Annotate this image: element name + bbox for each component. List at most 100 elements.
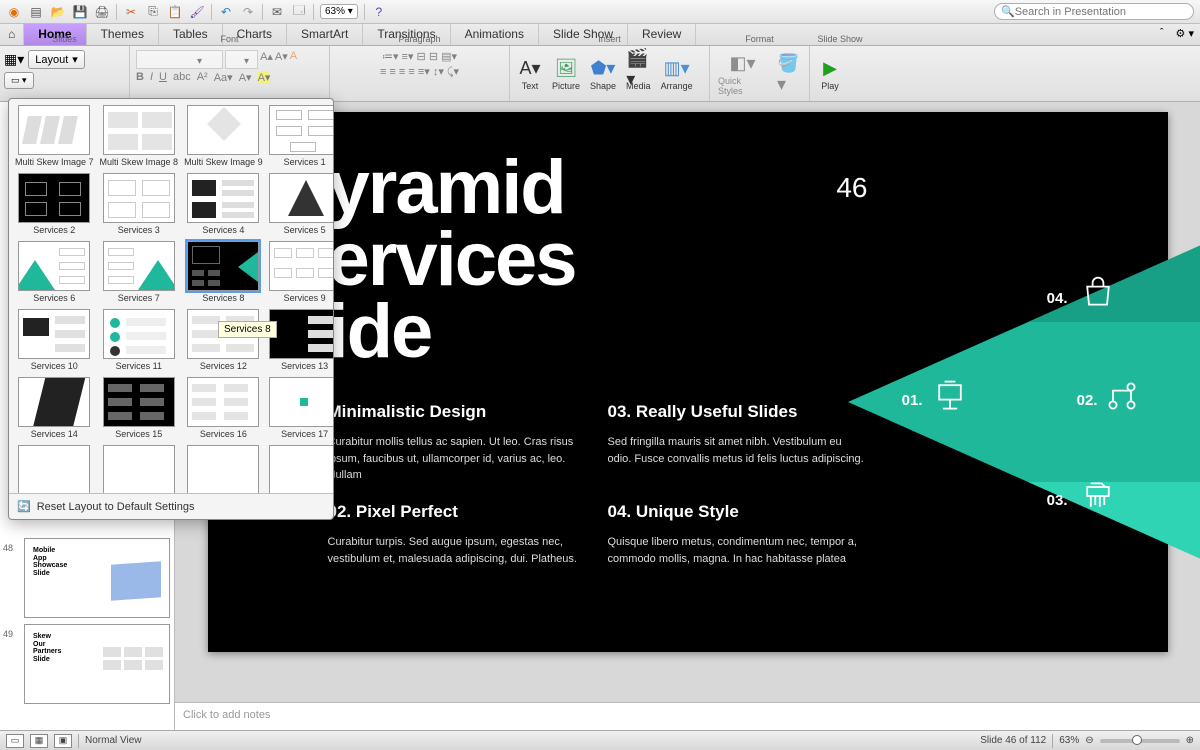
layout-item-label: Multi Skew Image 7: [15, 157, 94, 167]
normal-view-icon[interactable]: ▭: [6, 734, 24, 748]
play-icon: ▶: [818, 57, 842, 81]
layout-item-label: Services 2: [15, 225, 94, 235]
layout-item[interactable]: [13, 443, 96, 493]
shape-button[interactable]: ⬟▾Shape: [586, 55, 620, 93]
layout-item[interactable]: [98, 443, 181, 493]
slide[interactable]: 46 yramid ervices ide Minimalistic Desig…: [208, 112, 1168, 652]
notes-pane[interactable]: Click to add notes: [175, 702, 1200, 730]
layout-item[interactable]: Services 1: [267, 103, 333, 169]
layout-item[interactable]: Multi Skew Image 7: [13, 103, 96, 169]
layout-item-label: Services 16: [184, 429, 263, 439]
search-box[interactable]: 🔍: [994, 3, 1194, 20]
service-1: Minimalistic DesignCurabitur mollis tell…: [328, 402, 588, 484]
group-slides-title: Slides: [0, 34, 129, 44]
zoom-pct: 63%: [1059, 735, 1079, 746]
layout-item-label: Services 11: [100, 361, 179, 371]
layout-item[interactable]: Multi Skew Image 8: [98, 103, 181, 169]
layout-item[interactable]: Services 12: [182, 307, 265, 373]
zoom-dropdown[interactable]: 63% ▾: [320, 4, 358, 19]
group-paragraph-title: Paragraph: [330, 34, 509, 44]
app-icon: ◉: [6, 4, 22, 20]
fill-button[interactable]: 🪣▾: [773, 60, 805, 88]
layout-item[interactable]: Services 8: [182, 239, 265, 305]
play-button[interactable]: ▶Play: [814, 55, 846, 93]
layout-item-label: Services 12: [184, 361, 263, 371]
section-button[interactable]: ▭ ▾: [4, 72, 34, 89]
nodes-icon: [1104, 378, 1140, 414]
layout-item[interactable]: Services 16: [182, 375, 265, 441]
media-button[interactable]: 🎬▾Media: [622, 55, 655, 93]
zoom-out-icon[interactable]: ⊖: [1085, 735, 1093, 746]
layout-item[interactable]: Services 3: [98, 171, 181, 237]
layout-item[interactable]: Services 6: [13, 239, 96, 305]
layout-item[interactable]: Services 13: [267, 307, 333, 373]
quick-styles-icon: ◧▾: [731, 52, 755, 76]
layout-item[interactable]: Services 14: [13, 375, 96, 441]
picture-button[interactable]: 🖼Picture: [548, 55, 584, 93]
layout-item[interactable]: Services 4: [182, 171, 265, 237]
layout-item[interactable]: Services 9: [267, 239, 333, 305]
print-icon[interactable]: 🖨: [94, 4, 110, 20]
present-view-icon[interactable]: ▣: [54, 734, 72, 748]
layout-popover: Multi Skew Image 7 Multi Skew Image 8Mult…: [8, 98, 334, 520]
layout-item-label: Services 13: [269, 361, 333, 371]
reset-layout-button[interactable]: 🔄 Reset Layout to Default Settings: [9, 493, 333, 519]
zoom-in-icon[interactable]: ⊕: [1186, 735, 1194, 746]
quick-styles-button[interactable]: ◧▾Quick Styles: [714, 50, 771, 98]
layout-item[interactable]: Services 15: [98, 375, 181, 441]
fill-icon: 🪣▾: [777, 62, 801, 86]
format-painter-icon[interactable]: 🖌: [189, 4, 205, 20]
layout-item-label: Multi Skew Image 8: [100, 157, 179, 167]
help-icon[interactable]: ?: [371, 4, 387, 20]
arrange-button[interactable]: ▥▾Arrange: [657, 55, 697, 93]
cut-icon[interactable]: ✂: [123, 4, 139, 20]
shopping-bag-icon: [1080, 274, 1116, 310]
thumb-48[interactable]: 48 Mobile App Showcase Slide: [24, 538, 170, 618]
search-input[interactable]: [1015, 6, 1187, 18]
paste-icon[interactable]: 📋: [167, 4, 183, 20]
thumb-49[interactable]: 49 Skew Our Partners Slide: [24, 624, 170, 704]
gear-icon[interactable]: ⚙ ▾: [1170, 24, 1200, 45]
layout-item[interactable]: Services 10: [13, 307, 96, 373]
shredder-icon: [1080, 478, 1116, 514]
layout-item[interactable]: Multi Skew Image 9: [182, 103, 265, 169]
zoom-slider[interactable]: [1100, 739, 1180, 743]
layout-item-label: Services 15: [100, 429, 179, 439]
layout-item-label: Services 7: [100, 293, 179, 303]
text-button[interactable]: A▾Text: [514, 55, 546, 93]
quick-access-toolbar: ◉ ▤ 📂 💾 🖨 ✂ ⎘ 📋 🖌 ↶ ↷ ✉ 🗔 63% ▾ ? 🔍: [0, 0, 1200, 24]
sorter-view-icon[interactable]: ▦: [30, 734, 48, 748]
layout-item[interactable]: Services 5: [267, 171, 333, 237]
group-font-title: Font: [130, 34, 329, 44]
thumb-48-title: Mobile App Showcase Slide: [33, 547, 67, 578]
service-4: 04. Unique StyleQuisque libero metus, co…: [608, 502, 868, 567]
send-icon[interactable]: ✉: [269, 4, 285, 20]
layout-button[interactable]: Layout ▾: [28, 50, 85, 69]
collapse-icon[interactable]: ˆ: [1154, 24, 1170, 45]
copy-icon[interactable]: ⎘: [145, 4, 161, 20]
layout-item[interactable]: Services 17: [267, 375, 333, 441]
tri-num-1: 01.: [902, 392, 923, 409]
thumb-48-num: 48: [3, 543, 13, 553]
layout-item[interactable]: [267, 443, 333, 493]
slide-page-num: 46: [836, 172, 867, 204]
layout-item-label: Services 9: [269, 293, 333, 303]
layout-item[interactable]: [182, 443, 265, 493]
redo-icon[interactable]: ↷: [240, 4, 256, 20]
service-2: 02. Pixel PerfectCurabitur turpis. Sed a…: [328, 502, 588, 567]
layout-item[interactable]: Services 7: [98, 239, 181, 305]
service-3: 03. Really Useful SlidesSed fringilla ma…: [608, 402, 868, 467]
layout-item-label: Services 1: [269, 157, 333, 167]
undo-icon[interactable]: ↶: [218, 4, 234, 20]
ribbon: Slides ▦▾ Layout ▾ ▭ ▾ Font ▾ ▾A▴A▾A B I…: [0, 46, 1200, 102]
open-icon[interactable]: 📂: [50, 4, 66, 20]
webpage-icon[interactable]: 🗔: [291, 4, 307, 20]
save-icon[interactable]: 💾: [72, 4, 88, 20]
layout-item[interactable]: Services 11: [98, 307, 181, 373]
group-insert-title: Insert: [510, 34, 709, 44]
whiteboard-icon: [932, 378, 968, 414]
tri-num-2: 02.: [1077, 392, 1098, 409]
layout-item[interactable]: Services 2: [13, 171, 96, 237]
new-slide-icon[interactable]: ▦▾: [4, 51, 24, 68]
new-icon[interactable]: ▤: [28, 4, 44, 20]
